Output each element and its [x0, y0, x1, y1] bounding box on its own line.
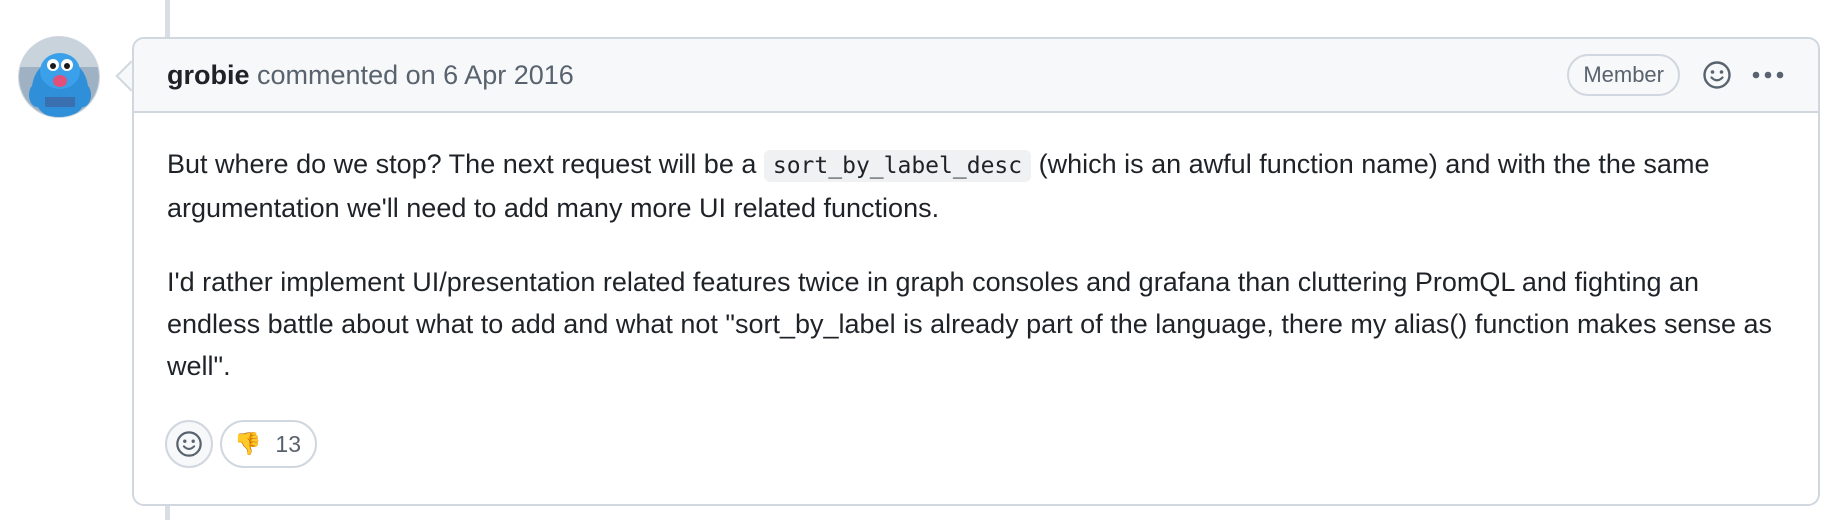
comment-paragraph-1: But where do we stop? The next request w…: [167, 143, 1785, 229]
kebab-horizontal-icon: [1752, 71, 1784, 79]
header-actions: Member: [1567, 54, 1790, 96]
comment-box: grobie commented on 6 Apr 2016 Member Bu…: [132, 37, 1820, 506]
avatar[interactable]: [18, 36, 100, 118]
comment-body: But where do we stop? The next request w…: [134, 113, 1818, 387]
add-reaction-header-button[interactable]: [1702, 60, 1732, 90]
author-link[interactable]: grobie: [167, 60, 250, 90]
reaction-count: 13: [275, 430, 301, 457]
comment-header: grobie commented on 6 Apr 2016 Member: [134, 39, 1818, 113]
comment-meta: grobie commented on 6 Apr 2016: [167, 60, 574, 91]
comment-action: commented on: [257, 59, 436, 90]
reactions-bar: 👎 13: [165, 420, 317, 468]
reaction-thumbs-down[interactable]: 👎 13: [220, 420, 317, 468]
member-badge: Member: [1567, 54, 1680, 96]
comment-paragraph-2: I'd rather implement UI/presentation rel…: [167, 267, 1773, 381]
paragraph-text: But where do we stop? The next request w…: [167, 149, 764, 179]
smiley-icon: [176, 431, 202, 457]
add-reaction-button[interactable]: [165, 420, 213, 468]
inline-code: sort_by_label_desc: [763, 150, 1032, 182]
comment-date[interactable]: 6 Apr 2016: [443, 60, 574, 90]
thumbs-down-icon: 👎: [234, 431, 262, 457]
smiley-icon: [1703, 61, 1731, 89]
more-options-button[interactable]: [1746, 57, 1790, 93]
